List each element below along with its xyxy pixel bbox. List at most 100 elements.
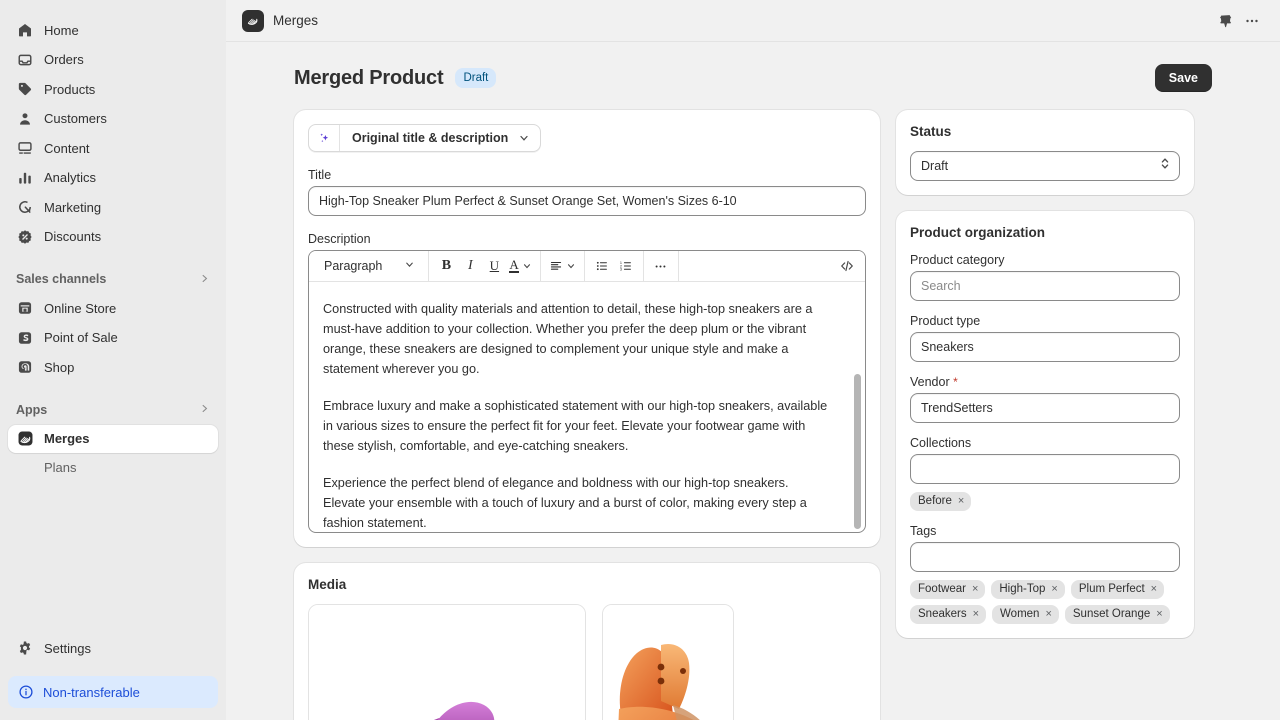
non-transferable-banner[interactable]: Non-transferable xyxy=(8,676,218,708)
sidebar-item-point-of-sale[interactable]: Point of Sale xyxy=(8,324,218,352)
sidebar-item-home[interactable]: Home xyxy=(8,16,218,44)
italic-button[interactable]: I xyxy=(458,254,482,278)
tag-pill[interactable]: Women × xyxy=(992,605,1059,624)
more-options-button[interactable] xyxy=(649,254,673,278)
pill-label: High-Top xyxy=(999,583,1046,595)
media-grid xyxy=(308,604,866,720)
sidebar-item-discounts[interactable]: Discounts xyxy=(8,223,218,251)
description-body[interactable]: Both options are perfect for women who s… xyxy=(309,282,865,532)
toolbar-group-block: Paragraph xyxy=(309,251,430,281)
title-field-label: Title xyxy=(308,168,332,182)
sidebar-item-marketing[interactable]: Marketing xyxy=(8,193,218,221)
sidebar-footer: Settings Non-transferable xyxy=(8,634,218,720)
sidebar-item-online-store[interactable]: Online Store xyxy=(8,294,218,322)
tag-pill[interactable]: Plum Perfect × xyxy=(1070,580,1165,599)
sidebar-item-shop[interactable]: Shop xyxy=(8,353,218,381)
original-title-description-select[interactable]: Original title & description xyxy=(308,124,542,152)
pos-icon xyxy=(16,329,34,347)
product-type-label: Product type xyxy=(910,314,981,328)
toolbar-group-more xyxy=(644,251,679,281)
sidebar-item-plans[interactable]: Plans xyxy=(8,454,218,480)
tag-pill[interactable]: Sneakers × xyxy=(910,605,987,624)
section-label: Apps xyxy=(16,402,48,417)
tag-pill[interactable]: Sunset Orange × xyxy=(1064,605,1170,624)
block-style-label: Paragraph xyxy=(324,259,383,273)
plum-sneaker-image[interactable] xyxy=(308,604,586,720)
tag-pill[interactable]: High-Top × xyxy=(991,580,1065,599)
collections-input[interactable] xyxy=(910,454,1180,484)
product-category-input[interactable] xyxy=(910,271,1180,301)
tag-pill[interactable]: Footwear × xyxy=(910,580,986,599)
secondary-column: Status Draft Product organization Produc… xyxy=(896,110,1194,654)
primary-column: Original title & description Title Descr… xyxy=(294,110,880,720)
description-paragraph: Embrace luxury and make a sophisticated … xyxy=(323,399,828,453)
sidebar-item-products[interactable]: Products xyxy=(8,75,218,103)
required-marker: * xyxy=(953,375,958,389)
description-paragraph: Constructed with quality materials and a… xyxy=(323,302,813,376)
chevron-right-icon xyxy=(199,403,210,416)
sidebar-item-label: Orders xyxy=(44,52,84,67)
title-input[interactable] xyxy=(308,186,866,216)
vendor-label: Vendor * xyxy=(910,375,1180,389)
save-button[interactable]: Save xyxy=(1154,64,1212,92)
close-icon[interactable]: × xyxy=(1045,609,1051,620)
status-select-value: Draft xyxy=(921,159,949,173)
section-label: Sales channels xyxy=(16,272,107,286)
bold-button[interactable]: B xyxy=(434,254,458,278)
content-icon xyxy=(16,139,34,157)
ellipsis-horizontal-icon[interactable] xyxy=(1238,7,1266,35)
bulleted-list-icon[interactable] xyxy=(590,254,614,278)
status-card-title: Status xyxy=(910,124,952,139)
pill-label: Women xyxy=(1000,608,1040,620)
collections-label: Collections xyxy=(910,436,972,450)
toolbar-group-lists: 123 xyxy=(585,251,644,281)
sidebar-section-apps[interactable]: Apps xyxy=(8,397,218,423)
page-scroll-area: Merged Product Draft Save Original title… xyxy=(226,42,1280,720)
organization-card-title: Product organization xyxy=(910,225,1045,240)
block-style-select[interactable]: Paragraph xyxy=(314,259,423,273)
status-select[interactable]: Draft xyxy=(910,151,1180,181)
close-icon[interactable]: × xyxy=(1156,609,1162,620)
close-icon[interactable]: × xyxy=(958,496,964,507)
underline-button[interactable]: U xyxy=(482,254,506,278)
svg-text:3: 3 xyxy=(620,268,622,272)
close-icon[interactable]: × xyxy=(973,609,979,620)
close-icon[interactable]: × xyxy=(1051,584,1057,595)
analytics-bars-icon xyxy=(16,169,34,187)
sidebar-item-label: Customers xyxy=(44,111,107,126)
collection-pill[interactable]: Before × xyxy=(910,492,972,511)
tags-input[interactable] xyxy=(910,542,1180,572)
vendor-input[interactable] xyxy=(910,393,1180,423)
sidebar-item-orders[interactable]: Orders xyxy=(8,46,218,74)
sidebar-section-sales-channels[interactable]: Sales channels xyxy=(8,266,218,292)
product-type-input[interactable] xyxy=(910,332,1180,362)
sidebar-item-merges[interactable]: Merges xyxy=(8,424,218,453)
orders-icon xyxy=(16,51,34,69)
scrollbar-thumb[interactable] xyxy=(854,374,861,529)
topbar-app-title: Merges xyxy=(273,13,319,28)
description-scrollbar[interactable] xyxy=(854,286,861,529)
text-color-button[interactable]: A xyxy=(506,254,534,278)
orange-sneaker-image[interactable] xyxy=(602,604,734,720)
sidebar-item-customers[interactable]: Customers xyxy=(8,105,218,133)
code-view-button[interactable] xyxy=(839,258,863,274)
sidebar-item-label: Discounts xyxy=(44,229,102,244)
chevron-down-icon xyxy=(522,259,532,274)
align-left-icon[interactable] xyxy=(546,254,579,278)
close-icon[interactable]: × xyxy=(1151,584,1157,595)
vendor-label-text: Vendor xyxy=(910,375,950,389)
home-icon xyxy=(16,21,34,39)
sidebar-item-settings[interactable]: Settings xyxy=(8,634,218,662)
pin-icon[interactable] xyxy=(1210,7,1238,35)
storefront-icon xyxy=(16,299,34,317)
tags-label: Tags xyxy=(910,524,937,538)
sidebar-item-content[interactable]: Content xyxy=(8,134,218,162)
product-category-label: Product category xyxy=(910,253,1005,267)
sidebar-item-analytics[interactable]: Analytics xyxy=(8,164,218,192)
close-icon[interactable]: × xyxy=(972,584,978,595)
description-editor: Paragraph B I U A 1 2 3 Constructed with… xyxy=(308,250,866,533)
chevron-down-icon xyxy=(404,259,415,273)
sidebar-item-label: Point of Sale xyxy=(44,330,118,345)
editor-toolbar: Paragraph B I U A 1 2 3 xyxy=(309,251,865,282)
numbered-list-icon[interactable]: 123 xyxy=(614,254,638,278)
